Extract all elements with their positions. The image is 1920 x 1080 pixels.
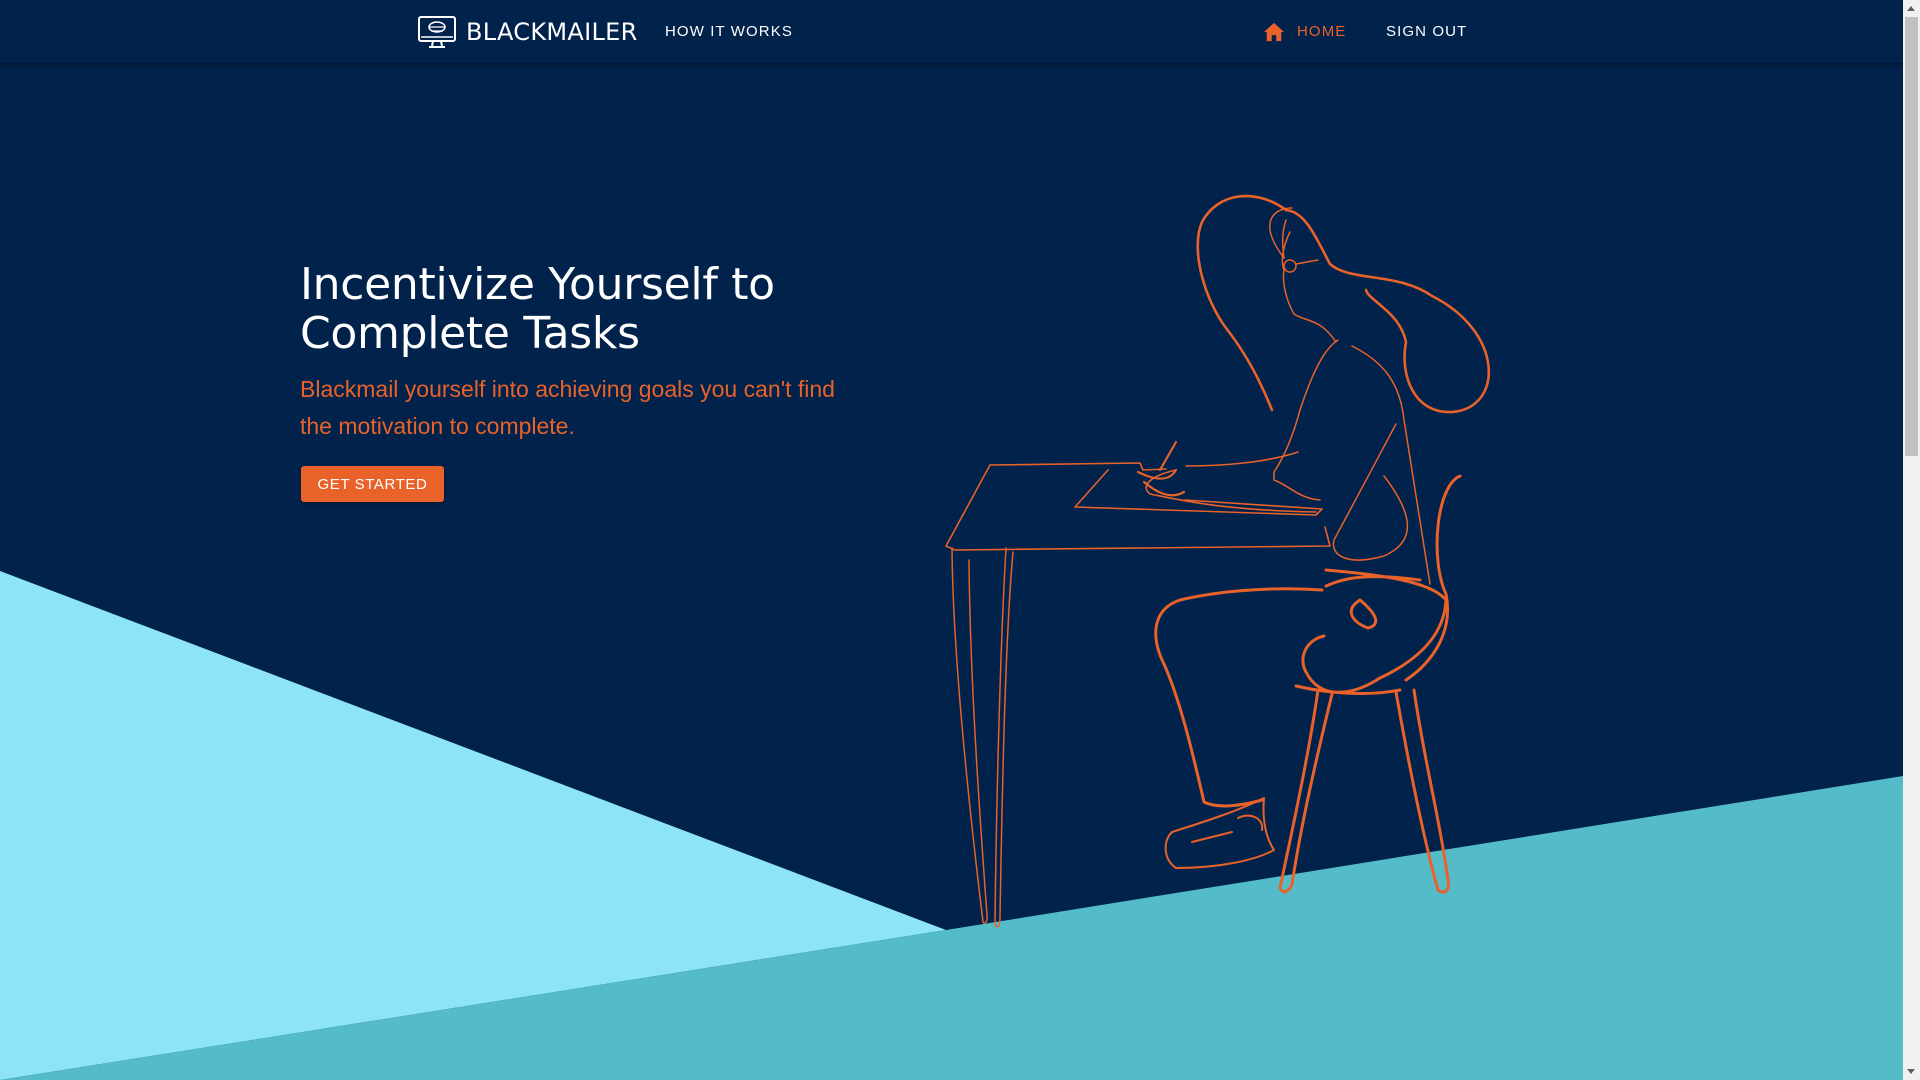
shoe bbox=[1164, 797, 1275, 869]
hero-subtitle: Blackmail yourself into achieving goals … bbox=[300, 376, 835, 439]
desk-leg-front bbox=[951, 547, 988, 925]
navbar: BLACKMAILER HOW IT WORKS HOME SIGN OUT bbox=[0, 0, 1903, 63]
chair-leg-right bbox=[1394, 688, 1450, 894]
nav-sign-out[interactable]: SIGN OUT bbox=[1386, 22, 1467, 42]
face bbox=[1269, 207, 1337, 343]
get-started-button[interactable]: GET STARTED bbox=[301, 466, 444, 502]
hero-title: Incentivize Yourself to Complete Tasks bbox=[300, 259, 775, 359]
home-icon bbox=[1264, 22, 1284, 42]
nav-home-label: HOME bbox=[1297, 23, 1347, 40]
scroll-thumb[interactable] bbox=[1905, 17, 1918, 456]
woman-writing-at-desk-illustration bbox=[945, 194, 1491, 928]
scroll-down-arrow-icon[interactable] bbox=[1903, 1063, 1920, 1080]
vertical-scrollbar[interactable] bbox=[1903, 0, 1920, 1080]
paper bbox=[1074, 469, 1323, 516]
desk-leg-back bbox=[994, 547, 1014, 928]
chair-leg-left bbox=[1278, 688, 1334, 894]
brand-link[interactable]: BLACKMAILER bbox=[418, 15, 638, 49]
hair bbox=[1196, 194, 1491, 414]
nav-how-it-works[interactable]: HOW IT WORKS bbox=[665, 22, 793, 42]
chair-knob bbox=[1349, 598, 1378, 630]
page: BLACKMAILER HOW IT WORKS HOME SIGN OUT I… bbox=[0, 0, 1903, 1080]
brand-name: BLACKMAILER bbox=[466, 18, 638, 46]
nav-home[interactable]: HOME bbox=[1263, 22, 1346, 42]
scroll-up-arrow-icon[interactable] bbox=[1903, 0, 1920, 17]
pen bbox=[1158, 440, 1178, 472]
glasses bbox=[1283, 259, 1297, 273]
monitor-logo-icon bbox=[418, 16, 456, 48]
